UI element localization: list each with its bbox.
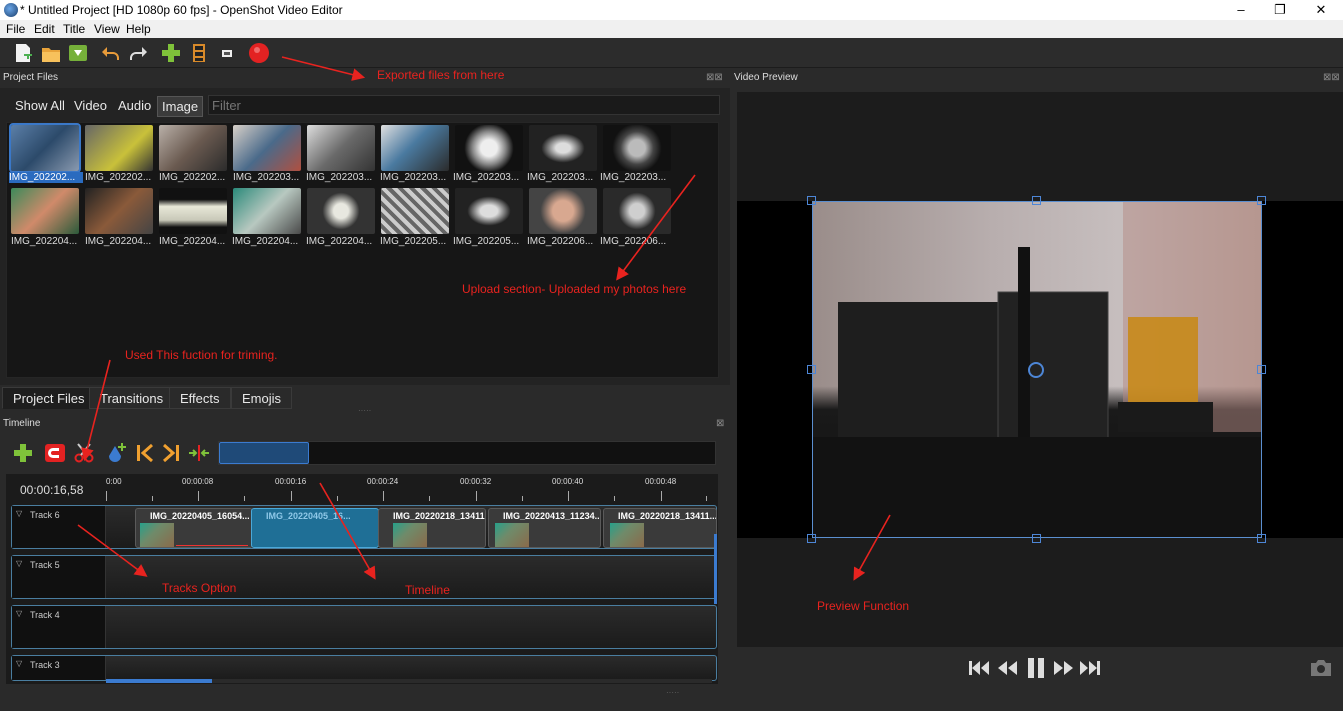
openshot-window: * Untitled Project [HD 1080p 60 fps] - O… bbox=[0, 0, 1343, 711]
annotation-arrows bbox=[77, 56, 891, 581]
